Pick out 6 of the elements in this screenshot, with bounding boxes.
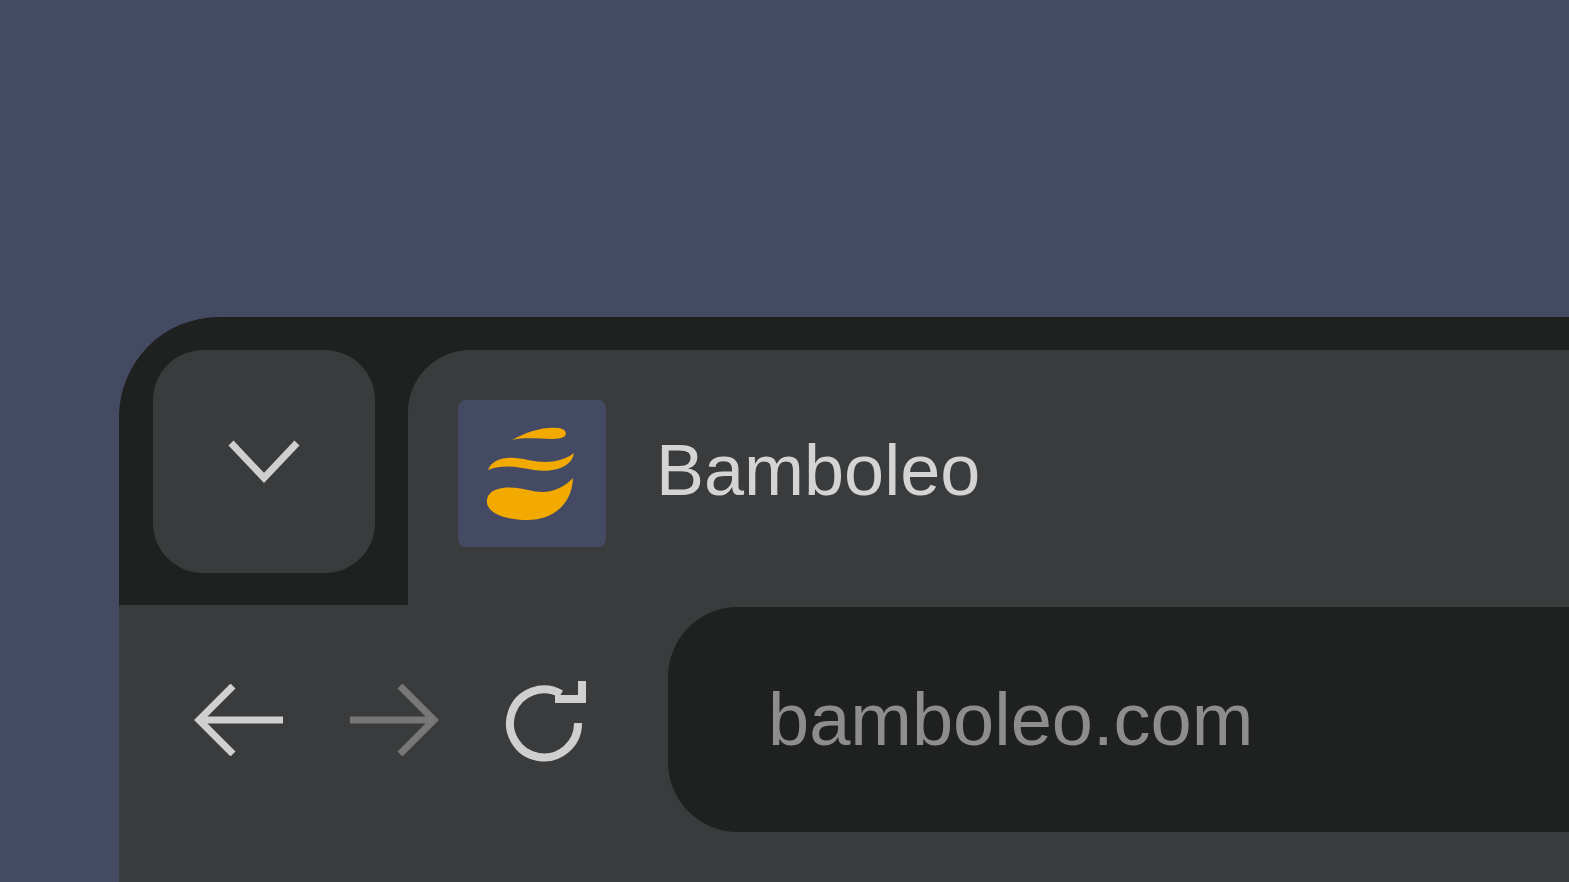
chevron-down-icon bbox=[228, 439, 300, 484]
browser-tab[interactable]: Bamboleo bbox=[408, 350, 1569, 605]
tab-title: Bamboleo bbox=[656, 429, 981, 512]
favicon-icon bbox=[458, 400, 606, 547]
back-arrow-icon[interactable] bbox=[193, 683, 285, 756]
address-bar[interactable]: bamboleo.com bbox=[668, 607, 1569, 832]
